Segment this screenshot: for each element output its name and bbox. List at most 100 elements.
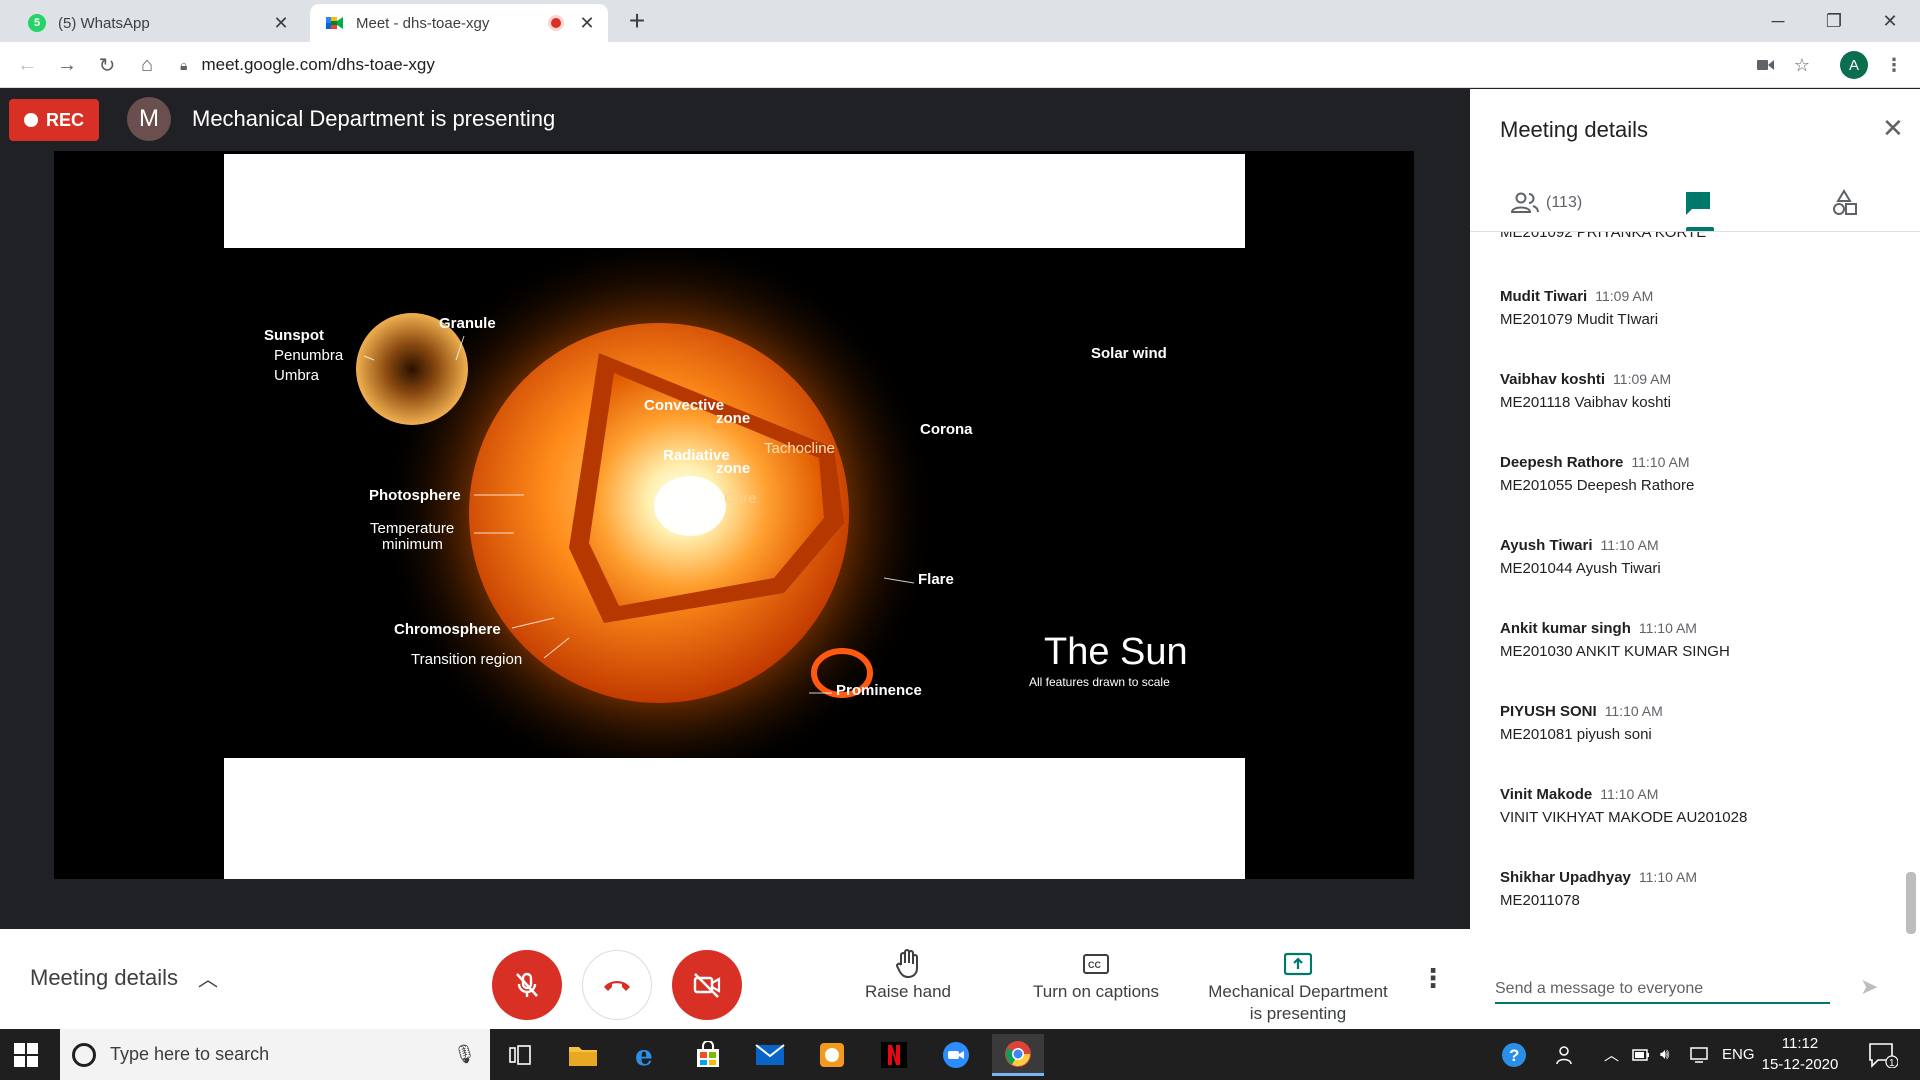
- message-body: VINIT VIKHYAT MAKODE AU201028: [1500, 809, 1748, 826]
- netflix-icon[interactable]: [868, 1034, 920, 1076]
- taskbar-clock[interactable]: 11:12 15-12-2020: [1755, 1033, 1845, 1075]
- message-body: ME201079 Mudit TIwari: [1500, 311, 1659, 328]
- show-hidden-icons-chevron-icon[interactable]: ︿: [1604, 1029, 1619, 1080]
- close-window-button[interactable]: ✕: [1862, 0, 1918, 42]
- message-sender: Ayush Tiwari: [1500, 537, 1593, 554]
- slide-bottom-margin: [224, 758, 1245, 879]
- tab-chat[interactable]: [1684, 185, 1712, 221]
- mail-icon[interactable]: [744, 1034, 796, 1076]
- reload-button[interactable]: ↻: [92, 50, 122, 80]
- leave-call-button[interactable]: [582, 950, 652, 1020]
- slide-title-the-sun: The Sun: [1044, 631, 1188, 673]
- svg-text:?: ?: [1509, 1046, 1519, 1065]
- send-icon[interactable]: ➤: [1860, 974, 1878, 1000]
- battery-icon[interactable]: [1632, 1029, 1650, 1080]
- label-prominence: Prominence: [836, 682, 922, 699]
- edge-icon[interactable]: e: [620, 1034, 672, 1076]
- help-icon[interactable]: ?: [1500, 1029, 1528, 1080]
- chat-message-partial: ME201092 PRIYANKA KORTE: [1500, 232, 1707, 241]
- rec-label: REC: [45, 109, 84, 130]
- label-convective: Convective: [644, 397, 724, 414]
- meeting-details-toggle[interactable]: Meeting details: [30, 965, 178, 991]
- back-button[interactable]: ←: [12, 50, 42, 80]
- label-minimum: minimum: [382, 536, 443, 553]
- tab-meet[interactable]: Meet - dhs-toae-xgy ✕: [310, 4, 608, 42]
- label-core: Core: [724, 490, 757, 507]
- presenting-label-line2: is presenting: [1249, 1004, 1347, 1023]
- home-button[interactable]: ⌂: [132, 50, 162, 80]
- meeting-details-panel: Meeting details ✕ (113) ME201092 PRIYANK…: [1470, 89, 1920, 1029]
- message-time: 11:10 AM: [1638, 620, 1697, 636]
- participant-strip: [0, 879, 1470, 929]
- profile-avatar[interactable]: A: [1840, 51, 1868, 79]
- close-tab-icon[interactable]: ✕: [576, 13, 598, 34]
- microphone-icon[interactable]: 🎙︎: [453, 1044, 476, 1065]
- message-sender: Vinit Makode: [1500, 786, 1593, 803]
- record-dot-icon: [23, 113, 38, 127]
- recording-badge: REC: [9, 99, 99, 141]
- chat-message-list[interactable]: ME201092 PRIYANKA KORTE Mudit Tiwari 11:0…: [1500, 232, 1900, 932]
- activities-icon: [1833, 189, 1857, 215]
- chat-scrollbar[interactable]: [1906, 872, 1916, 934]
- camera-indicator-icon[interactable]: [1752, 51, 1780, 79]
- chrome-icon[interactable]: [992, 1034, 1044, 1076]
- clock-date: 15-12-2020: [1761, 1056, 1839, 1073]
- chevron-up-icon[interactable]: ︿: [198, 963, 218, 992]
- zoom-icon[interactable]: [930, 1034, 982, 1076]
- restore-button[interactable]: ❐: [1806, 0, 1862, 42]
- store-icon[interactable]: [682, 1034, 734, 1076]
- windows-taskbar: Type here to search 🎙︎ e ? ︿ 🔊︎ ENG 11:1…: [0, 1029, 1920, 1080]
- label-photosphere: Photosphere: [369, 487, 461, 504]
- action-center-icon[interactable]: 1: [1868, 1029, 1898, 1080]
- tab-people[interactable]: (113): [1510, 185, 1582, 221]
- tab-activities[interactable]: [1830, 185, 1858, 221]
- forward-button[interactable]: →: [52, 50, 82, 80]
- new-tab-button[interactable]: +: [622, 6, 652, 36]
- label-transition-region: Transition region: [411, 651, 522, 668]
- windows-start-icon[interactable]: [14, 1043, 38, 1067]
- lock-icon: 🔒︎: [180, 56, 188, 73]
- close-panel-icon[interactable]: ✕: [1882, 113, 1904, 144]
- message-time: 11:10 AM: [1631, 454, 1690, 470]
- message-body: ME2011078: [1500, 892, 1580, 909]
- presentation-stage: REC M Mechanical Department is presentin…: [0, 89, 1470, 929]
- svg-text:e: e: [635, 1041, 653, 1069]
- people-tray-icon[interactable]: [1556, 1029, 1576, 1080]
- cortana-icon: [72, 1042, 96, 1067]
- clock-time: 11:12: [1781, 1035, 1819, 1052]
- taskbar-search-box[interactable]: Type here to search 🎙︎: [60, 1029, 490, 1080]
- address-bar[interactable]: 🔒︎ meet.google.com/dhs-toae-xgy: [180, 48, 1740, 82]
- photos-app-icon[interactable]: [806, 1034, 858, 1076]
- message-body: ME201055 Deepesh Rathore: [1500, 477, 1695, 494]
- volume-icon[interactable]: 🔊︎: [1660, 1029, 1669, 1080]
- more-options-icon[interactable]: ⋮: [1420, 963, 1446, 994]
- meet-control-bar: Meeting details ︿ Raise hand CC Turn on …: [0, 929, 1470, 1029]
- message-sender: Mudit Tiwari: [1500, 288, 1588, 305]
- label-solar-wind: Solar wind: [1091, 345, 1167, 362]
- chrome-menu-icon[interactable]: ⋮: [1882, 51, 1906, 79]
- raise-hand-button[interactable]: Raise hand: [858, 947, 958, 1003]
- minimize-button[interactable]: ─: [1750, 0, 1806, 42]
- microphone-off-button[interactable]: [492, 950, 562, 1020]
- network-icon[interactable]: [1690, 1029, 1710, 1080]
- task-view-icon[interactable]: [494, 1034, 546, 1076]
- label-flare: Flare: [918, 571, 954, 588]
- bookmark-star-icon[interactable]: ☆: [1788, 51, 1816, 79]
- language-indicator[interactable]: ENG: [1722, 1029, 1755, 1080]
- label-corona: Corona: [920, 421, 973, 438]
- mic-off-icon: [516, 972, 538, 997]
- people-icon: [1510, 192, 1539, 213]
- label-sunspot: Sunspot: [264, 327, 324, 344]
- tab-whatsapp[interactable]: 5 (5) WhatsApp ✕: [12, 4, 302, 42]
- present-screen-icon: [1284, 947, 1312, 981]
- label-temperature: Temperature: [370, 520, 454, 537]
- file-explorer-icon[interactable]: [557, 1034, 609, 1076]
- camera-off-button[interactable]: [672, 950, 742, 1020]
- participant-count: (113): [1546, 194, 1583, 211]
- close-tab-icon[interactable]: ✕: [270, 13, 292, 34]
- presenting-button[interactable]: Mechanical Department is presenting: [1200, 947, 1396, 1025]
- label-zone-2: zone: [716, 460, 750, 477]
- chat-message: Vaibhav koshti 11:09 AM ME201118 Vaibhav …: [1500, 371, 1671, 411]
- captions-button[interactable]: CC Turn on captions: [1028, 947, 1164, 1003]
- chat-message-input[interactable]: Send a message to everyone: [1495, 978, 1830, 1004]
